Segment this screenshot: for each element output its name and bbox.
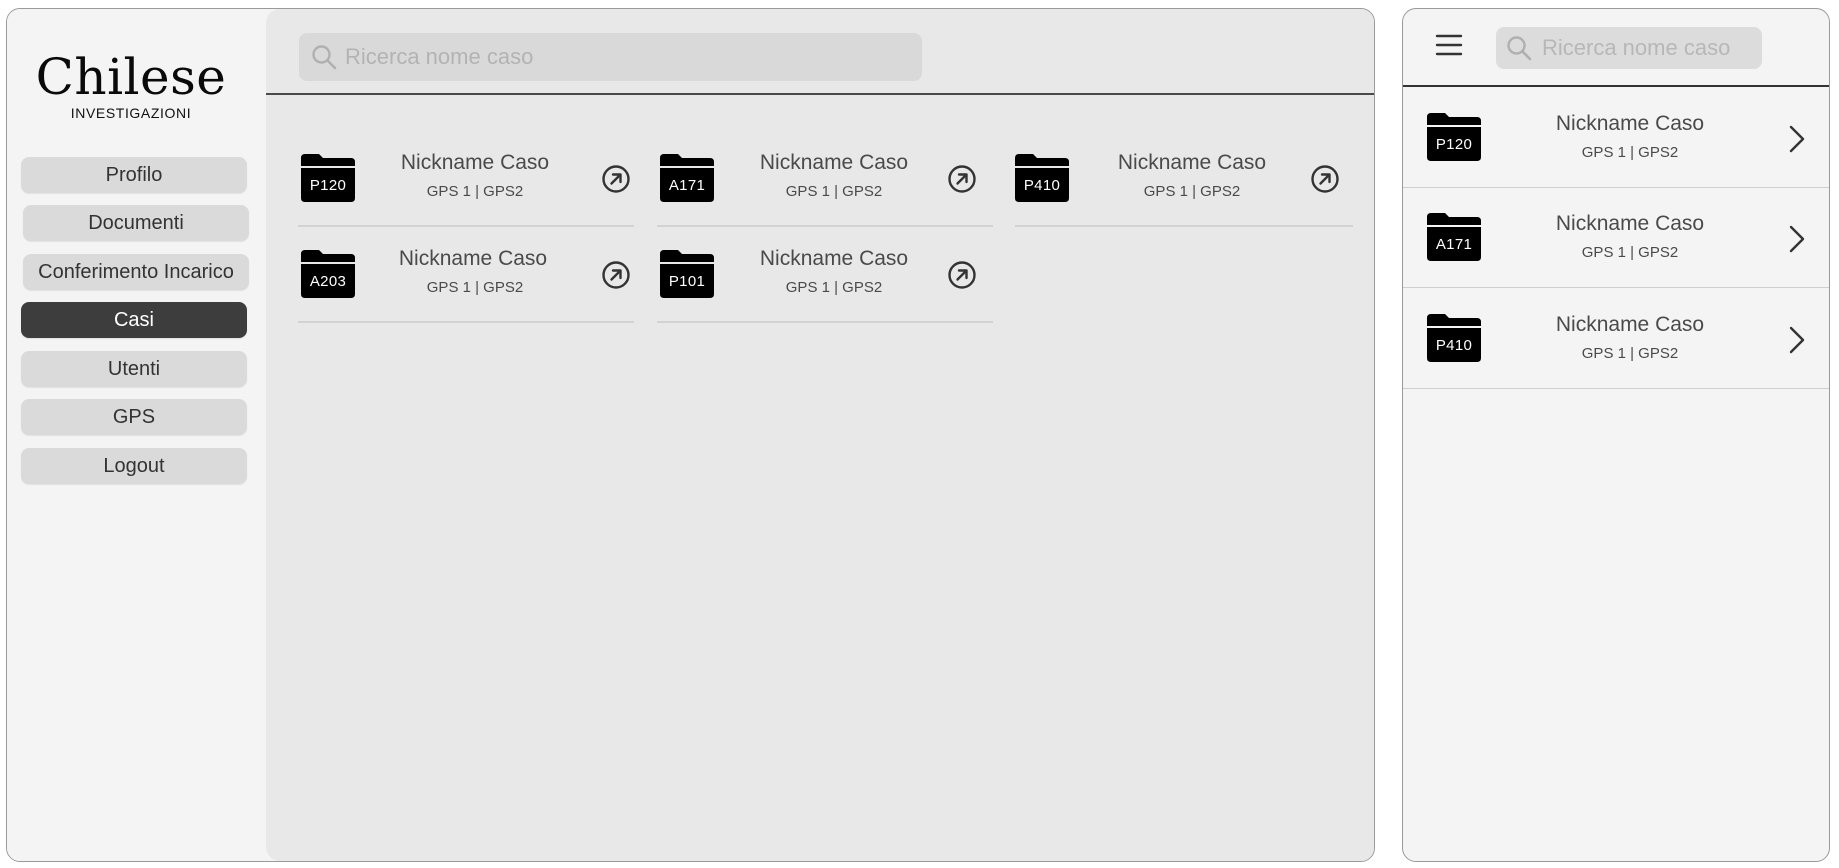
case-subtitle: GPS 1 | GPS2 — [785, 279, 883, 296]
chevron-right-icon[interactable] — [1787, 224, 1807, 254]
mobile-case-row[interactable]: P410 Nickname Caso GPS 1 | GPS2 — [1403, 289, 1829, 389]
sidebar-item-profilo[interactable]: Profilo — [21, 157, 247, 193]
case-code: A171 — [668, 176, 706, 194]
case-code: P410 — [1023, 176, 1061, 194]
case-subtitle: GPS 1 | GPS2 — [1581, 244, 1679, 261]
case-card[interactable]: A203 Nickname Caso GPS 1 | GPS2 — [298, 231, 634, 323]
case-code: A171 — [1435, 235, 1473, 253]
case-subtitle: GPS 1 | GPS2 — [426, 279, 524, 296]
folder-icon: A203 — [301, 250, 355, 298]
open-arrow-icon[interactable] — [947, 164, 977, 194]
chevron-right-icon[interactable] — [1787, 124, 1807, 154]
case-subtitle: GPS 1 | GPS2 — [1581, 144, 1679, 161]
case-title: Nickname Caso — [1117, 151, 1267, 174]
case-title: Nickname Caso — [759, 247, 909, 270]
brand-tagline: INVESTIGAZIONI — [70, 105, 192, 121]
case-code: P120 — [1435, 135, 1473, 153]
open-arrow-icon[interactable] — [947, 260, 977, 290]
case-card[interactable]: P101 Nickname Caso GPS 1 | GPS2 — [657, 231, 993, 323]
case-subtitle: GPS 1 | GPS2 — [426, 183, 524, 200]
search-input[interactable] — [345, 44, 905, 70]
folder-icon: P410 — [1015, 154, 1069, 202]
case-code: P120 — [309, 176, 347, 194]
sidebar-item-utenti[interactable]: Utenti — [21, 351, 247, 387]
chevron-right-icon[interactable] — [1787, 325, 1807, 355]
folder-icon: P120 — [1427, 113, 1481, 161]
folder-icon: A171 — [660, 154, 714, 202]
folder-icon: A171 — [1427, 213, 1481, 261]
sidebar-item-gps[interactable]: GPS — [21, 399, 247, 435]
desktop-view: Chilese INVESTIGAZIONI Profilo Documenti… — [6, 8, 1375, 862]
case-card[interactable]: P120 Nickname Caso GPS 1 | GPS2 — [298, 135, 634, 227]
case-title: Nickname Caso — [1555, 313, 1705, 336]
case-title: Nickname Caso — [1555, 212, 1705, 235]
folder-icon: P410 — [1427, 314, 1481, 362]
sidebar-item-logout[interactable]: Logout — [21, 448, 247, 484]
open-arrow-icon[interactable] — [601, 164, 631, 194]
mobile-search-input[interactable] — [1542, 35, 1762, 61]
case-title: Nickname Caso — [398, 247, 548, 270]
search-icon — [1507, 36, 1532, 61]
case-subtitle: GPS 1 | GPS2 — [785, 183, 883, 200]
hamburger-menu-icon[interactable] — [1435, 33, 1463, 57]
case-title: Nickname Caso — [1555, 112, 1705, 135]
sidebar-item-documenti[interactable]: Documenti — [23, 205, 249, 241]
case-code: A203 — [309, 272, 347, 290]
case-code: P410 — [1435, 336, 1473, 354]
folder-icon: P101 — [660, 250, 714, 298]
case-subtitle: GPS 1 | GPS2 — [1143, 183, 1241, 200]
case-subtitle: GPS 1 | GPS2 — [1581, 345, 1679, 362]
search-icon — [312, 45, 337, 70]
brand-name: Chilese — [35, 48, 227, 106]
search-bar[interactable] — [299, 33, 922, 81]
brand-logo: Chilese INVESTIGAZIONI — [31, 49, 231, 121]
main-content: P120 Nickname Caso GPS 1 | GPS2 A171 Nic… — [266, 9, 1374, 861]
mobile-header — [1403, 9, 1829, 87]
sidebar-item-conferimento-incarico[interactable]: Conferimento Incarico — [23, 254, 249, 290]
mobile-view: P120 Nickname Caso GPS 1 | GPS2 A171 Nic… — [1402, 8, 1830, 862]
mobile-case-row[interactable]: P120 Nickname Caso GPS 1 | GPS2 — [1403, 88, 1829, 188]
mobile-search-bar[interactable] — [1496, 27, 1762, 69]
mobile-case-row[interactable]: A171 Nickname Caso GPS 1 | GPS2 — [1403, 188, 1829, 288]
sidebar-item-casi[interactable]: Casi — [21, 302, 247, 338]
case-title: Nickname Caso — [400, 151, 550, 174]
open-arrow-icon[interactable] — [1310, 164, 1340, 194]
case-card[interactable]: P410 Nickname Caso GPS 1 | GPS2 — [1015, 135, 1353, 227]
case-card[interactable]: A171 Nickname Caso GPS 1 | GPS2 — [657, 135, 993, 227]
case-code: P101 — [668, 272, 706, 290]
case-title: Nickname Caso — [759, 151, 909, 174]
folder-icon: P120 — [301, 154, 355, 202]
open-arrow-icon[interactable] — [601, 260, 631, 290]
topbar — [266, 9, 1374, 95]
sidebar: Chilese INVESTIGAZIONI Profilo Documenti… — [7, 9, 265, 861]
